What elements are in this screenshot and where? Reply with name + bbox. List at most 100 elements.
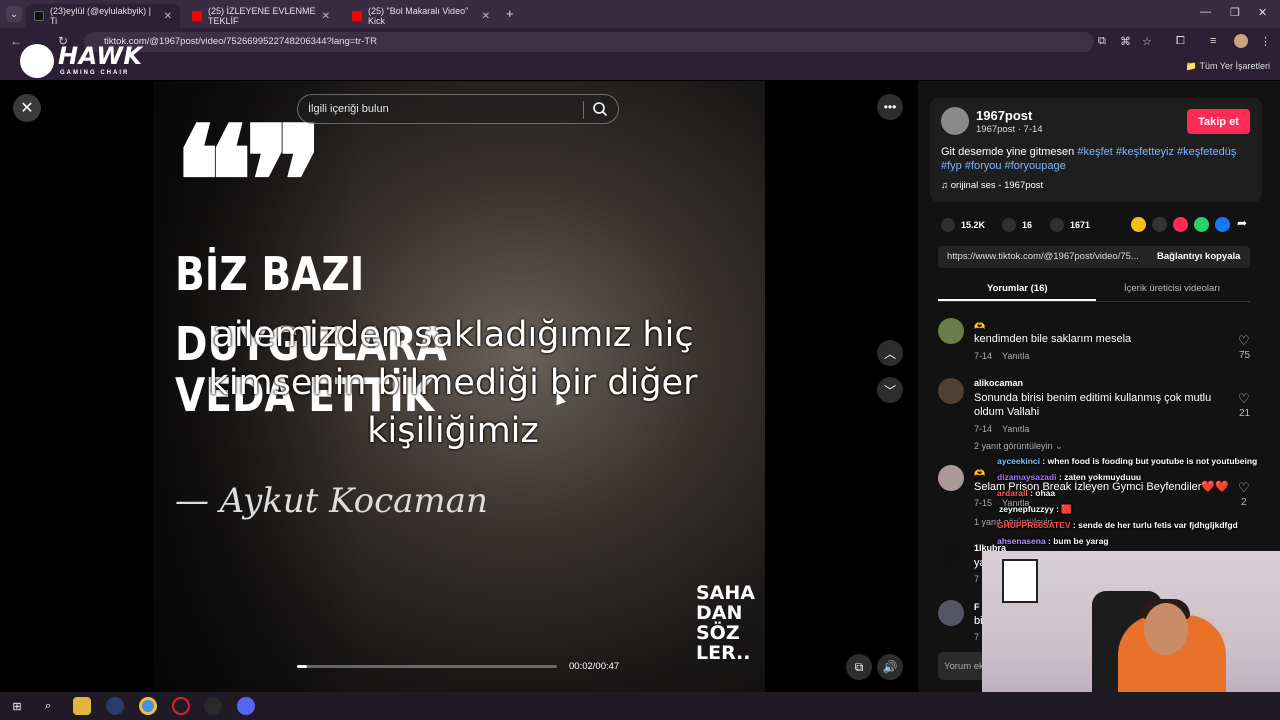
youtube-icon: [192, 11, 202, 21]
chat-line: ahsenasena : bum be yarag: [997, 536, 1109, 546]
quote-mark-icon: ❝❞: [173, 94, 324, 270]
video-link[interactable]: https://www.tiktok.com/@1967post/video/7…: [947, 251, 1139, 262]
follow-button[interactable]: Takip et: [1187, 109, 1250, 134]
copy-link-button[interactable]: Bağlantıyı kopyala: [1157, 251, 1240, 262]
taskbar-search-icon[interactable]: ⌕: [39, 697, 57, 715]
view-replies[interactable]: 2 yanıt görüntüleyin ⌄: [974, 441, 1063, 452]
like-stat[interactable]: 15.2K: [941, 218, 985, 232]
chat-line: dizamaysazadi : zaten yokmuyduuu: [997, 472, 1141, 482]
more-options-icon[interactable]: •••: [877, 94, 903, 120]
close-window-icon[interactable]: ✕: [1258, 6, 1267, 19]
close-tab-icon[interactable]: ✕: [322, 11, 330, 22]
tab-divider: [938, 301, 1250, 302]
author-avatar[interactable]: [941, 107, 969, 135]
tab-youtube-2[interactable]: (25) "Bol Makaralı Video" Kick ✕: [344, 4, 498, 28]
tab-comments[interactable]: Yorumlar (16): [987, 283, 1048, 294]
comment-avatar[interactable]: [938, 378, 964, 404]
close-tab-icon[interactable]: ✕: [482, 11, 490, 22]
facebook-icon[interactable]: [1215, 217, 1230, 232]
comment-meta: 7-14 Yanıtla: [974, 424, 1029, 434]
sound-link[interactable]: ♫ orijinal ses - 1967post: [941, 180, 1043, 191]
save-count: 1671: [1070, 220, 1091, 230]
discord-icon[interactable]: [237, 697, 255, 715]
reply-button[interactable]: Yanıtla: [1002, 351, 1029, 361]
menu-icon[interactable]: ⋮: [1260, 35, 1271, 48]
app-icon[interactable]: [106, 697, 124, 715]
tab-youtube-1[interactable]: (25) İZLEYENE EVLENME TEKLİF ✕: [184, 4, 338, 28]
comment-username[interactable]: F: [974, 602, 980, 612]
chat-username: zeynepfuzzyy: [999, 504, 1054, 514]
cast-icon[interactable]: ⧉: [1098, 35, 1106, 48]
tab-search-button[interactable]: ⌄: [6, 6, 22, 22]
comment-date: 7: [974, 632, 980, 642]
comment-username[interactable]: 🫶: [974, 468, 985, 479]
chat-username: GHUPPR66SATEV: [997, 520, 1071, 530]
extensions-icon[interactable]: ⧠: [1176, 35, 1185, 48]
save-stat[interactable]: 1671: [1050, 218, 1090, 232]
embed-icon[interactable]: [1152, 217, 1167, 232]
video-caption-overlay: ailemizden sakladığımız hiç kimsenin bil…: [208, 315, 698, 451]
comment-like-icon[interactable]: ♡: [1238, 391, 1250, 407]
url-text[interactable]: tiktok.com/@1967post/video/7526699522748…: [104, 36, 377, 47]
comment-avatar[interactable]: [938, 600, 964, 626]
media-icon[interactable]: ≡: [1210, 35, 1216, 47]
bookmark-star-icon[interactable]: ☆: [1142, 35, 1152, 48]
minimize-icon[interactable]: —: [1200, 6, 1211, 18]
obs-icon[interactable]: [204, 697, 222, 715]
repost-icon[interactable]: [1131, 217, 1146, 232]
comment-username[interactable]: 🫶: [974, 321, 985, 332]
chat-message: : ohaa: [1030, 488, 1056, 498]
reply-button[interactable]: Yanıtla: [1002, 424, 1029, 434]
chat-username: dizamaysazadi: [997, 472, 1057, 482]
author-subtitle: 1967post · 7-14: [976, 124, 1043, 135]
chrome-icon[interactable]: [139, 697, 157, 715]
volume-icon[interactable]: 🔊: [877, 654, 903, 680]
profile-avatar[interactable]: [1234, 34, 1248, 48]
search-icon[interactable]: [592, 101, 608, 117]
author-name[interactable]: 1967post: [976, 108, 1032, 123]
comment-input-placeholder: Yorum ek: [944, 661, 984, 672]
comment-stat[interactable]: 16: [1002, 218, 1032, 232]
prev-video-icon[interactable]: ︿: [877, 340, 903, 366]
close-tab-icon[interactable]: ✕: [164, 11, 172, 22]
comment-meta: 7-14 Yanıtla: [974, 351, 1029, 361]
comment-date: 7: [974, 574, 980, 584]
close-video-button[interactable]: ✕: [13, 94, 41, 122]
video-player[interactable]: ❝❞ BİZ BAZI DUYGULARA VEDA ETTİK ailemiz…: [153, 81, 765, 692]
bookmark-icon: [1050, 218, 1064, 232]
youtube-icon: [352, 11, 362, 21]
tab-tiktok[interactable]: (23)eylül (@eylulakbyik) | Ti ✕: [26, 4, 180, 28]
share-icon[interactable]: ➦: [1237, 216, 1252, 231]
search-bar[interactable]: İlgili içeriği bulun: [297, 94, 619, 124]
hashtags[interactable]: #fyp #foryou #foryoupage: [941, 160, 1066, 172]
chat-line: zeynepfuzzyy : 🟥: [999, 504, 1072, 515]
pip-icon[interactable]: ⧉: [846, 654, 872, 680]
comment-like-icon[interactable]: ♡: [1238, 333, 1250, 349]
translate-icon[interactable]: ⌘: [1120, 35, 1131, 48]
comment-date: 7-14: [974, 351, 993, 361]
tab-creator-videos[interactable]: İçerik üreticisi videoları: [1124, 283, 1220, 294]
restore-icon[interactable]: ❐: [1230, 6, 1240, 19]
chat-message: : zaten yokmuyduuu: [1058, 472, 1142, 482]
opera-icon[interactable]: [172, 697, 190, 715]
comment-avatar[interactable]: [938, 465, 964, 491]
all-bookmarks[interactable]: 📁 Tüm Yer İşaretleri: [1186, 61, 1270, 72]
streamer-head: [1144, 603, 1188, 655]
comment-avatar[interactable]: [938, 542, 964, 568]
view-replies-label: 2 yanıt görüntüleyin: [974, 441, 1053, 451]
sound-label: orijinal ses - 1967post: [950, 180, 1044, 191]
comment-avatar[interactable]: [938, 318, 964, 344]
hashtags[interactable]: #keşfet #keşfetteyiz #keşfetedüş: [1077, 146, 1236, 158]
file-explorer-icon[interactable]: [73, 697, 91, 715]
next-video-icon[interactable]: ﹀: [877, 377, 903, 403]
video-watermark: SAHA DAN SÖZ LER..: [696, 582, 755, 664]
like-count: 15.2K: [961, 220, 986, 230]
comment-username[interactable]: alikocaman: [974, 378, 1023, 388]
send-icon[interactable]: [1173, 217, 1188, 232]
chat-line: ardarall : ohaa: [997, 488, 1055, 498]
windows-start-icon[interactable]: ⊞: [8, 697, 26, 715]
whatsapp-icon[interactable]: [1194, 217, 1209, 232]
new-tab-button[interactable]: +: [506, 6, 514, 21]
progress-bar[interactable]: [297, 665, 557, 668]
comment-count: 16: [1022, 220, 1033, 230]
